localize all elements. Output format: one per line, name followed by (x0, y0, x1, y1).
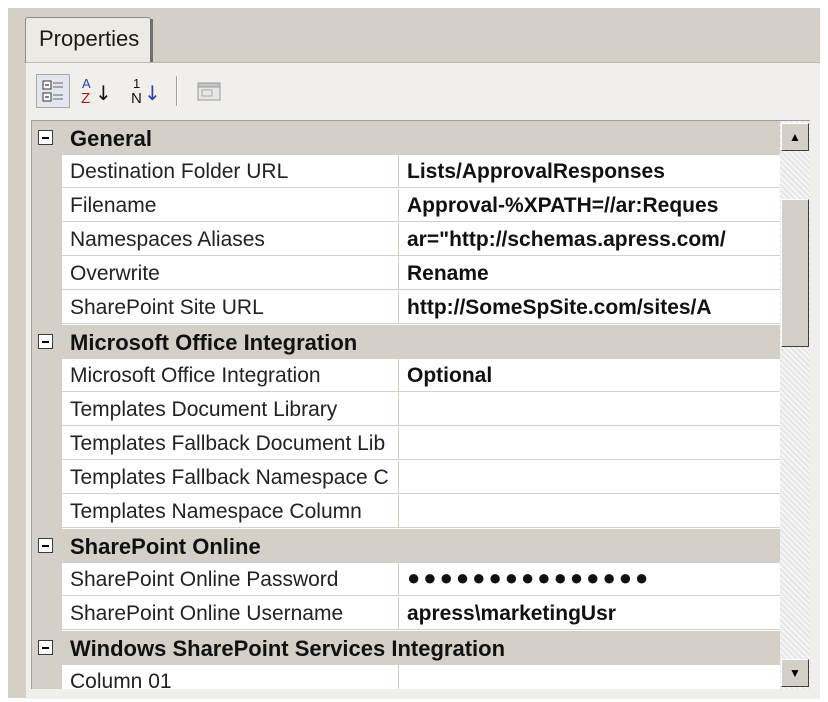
vertical-scrollbar[interactable]: ▲ ▼ (780, 121, 810, 689)
property-value[interactable]: ar="http://schemas.apress.com/ (399, 223, 780, 256)
scroll-down-button[interactable]: ▼ (781, 659, 809, 687)
property-value[interactable]: Rename (399, 257, 780, 290)
property-name[interactable]: Templates Fallback Document Lib (62, 427, 399, 460)
svg-text:Z: Z (81, 90, 90, 107)
property-value[interactable]: http://SomeSpSite.com/sites/A (399, 291, 780, 324)
property-name[interactable]: Filename (62, 189, 399, 222)
property-row[interactable]: Namespaces Aliases ar="http://schemas.ap… (32, 223, 780, 257)
property-row[interactable]: Destination Folder URL Lists/ApprovalRes… (32, 155, 780, 189)
svg-text:A: A (82, 76, 91, 91)
category-label: Microsoft Office Integration (70, 330, 358, 355)
property-row[interactable]: Templates Document Library (32, 393, 780, 427)
property-row[interactable]: Overwrite Rename (32, 257, 780, 291)
scroll-up-button[interactable]: ▲ (781, 123, 809, 151)
property-row[interactable]: Templates Fallback Namespace C (32, 461, 780, 495)
property-row[interactable]: Templates Fallback Document Lib (32, 427, 780, 461)
svg-text:↓: ↓ (95, 81, 112, 105)
sort-alphabetical-icon: A Z ↓ (81, 76, 112, 107)
collapse-icon[interactable] (38, 130, 53, 145)
property-value[interactable]: apress\marketingUsr (399, 597, 780, 630)
tab-edge (150, 19, 153, 63)
svg-text:N: N (131, 90, 142, 107)
arrow-up-icon: ▲ (789, 130, 801, 144)
property-name[interactable]: Destination Folder URL (62, 155, 399, 188)
property-name[interactable]: Overwrite (62, 257, 399, 290)
property-name[interactable]: SharePoint Site URL (62, 291, 399, 324)
collapse-icon[interactable] (38, 538, 53, 553)
order-sort-button[interactable]: 1 N ↓ (128, 74, 162, 108)
category-microsoft-office-integration[interactable]: Microsoft Office Integration (32, 325, 780, 359)
categorized-button[interactable] (36, 74, 70, 108)
property-value[interactable]: Approval-%XPATH=//ar:Reques (399, 189, 780, 222)
svg-text:↓: ↓ (144, 81, 161, 105)
arrow-down-icon: ▼ (789, 666, 801, 680)
property-row[interactable]: SharePoint Online Password ●●●●●●●●●●●●●… (32, 563, 780, 597)
svg-text:1: 1 (133, 76, 140, 91)
property-value[interactable] (399, 393, 780, 426)
category-label: SharePoint Online (70, 534, 261, 559)
collapse-icon[interactable] (38, 640, 53, 655)
category-windows-sharepoint-services-integration[interactable]: Windows SharePoint Services Integration (32, 631, 780, 665)
property-name[interactable]: SharePoint Online Password (62, 563, 399, 596)
properties-toolbar: A Z ↓ 1 N ↓ (26, 66, 820, 116)
property-value[interactable] (399, 461, 780, 494)
property-name[interactable]: Microsoft Office Integration (62, 359, 399, 392)
property-name[interactable]: Column 01 (62, 665, 399, 689)
property-value[interactable] (399, 427, 780, 460)
password-value[interactable]: ●●●●●●●●●●●●●●● (399, 563, 780, 596)
property-name[interactable]: Templates Namespace Column (62, 495, 399, 528)
category-sharepoint-online[interactable]: SharePoint Online (32, 529, 780, 563)
alphabetical-sort-button[interactable]: A Z ↓ (78, 74, 112, 108)
property-name[interactable]: Namespaces Aliases (62, 223, 399, 256)
category-label: Windows SharePoint Services Integration (70, 636, 506, 661)
property-grid: General Destination Folder URL Lists/App… (31, 120, 810, 689)
property-pages-button[interactable] (192, 74, 226, 108)
property-name[interactable]: Templates Fallback Namespace C (62, 461, 399, 494)
property-value[interactable]: Optional (399, 359, 780, 392)
property-pages-icon (197, 82, 221, 101)
property-row[interactable]: Column 01 (32, 665, 780, 689)
scroll-thumb[interactable] (781, 199, 809, 347)
toolbar-separator (176, 76, 177, 106)
property-value[interactable] (399, 665, 780, 689)
property-row[interactable]: Filename Approval-%XPATH=//ar:Reques (32, 189, 780, 223)
property-name[interactable]: Templates Document Library (62, 393, 399, 426)
property-name[interactable]: SharePoint Online Username (62, 597, 399, 630)
category-label: General (70, 126, 152, 151)
tab-label: Properties (39, 26, 140, 51)
property-row[interactable]: SharePoint Site URL http://SomeSpSite.co… (32, 291, 780, 325)
collapse-icon[interactable] (38, 334, 53, 349)
property-row[interactable]: Templates Namespace Column (32, 495, 780, 529)
categorized-icon (42, 80, 63, 102)
tab-properties[interactable]: Properties (25, 17, 151, 63)
property-row[interactable]: Microsoft Office Integration Optional (32, 359, 780, 393)
property-value[interactable] (399, 495, 780, 528)
category-general[interactable]: General (32, 121, 780, 155)
sort-numeric-icon: 1 N ↓ (131, 76, 161, 107)
property-value[interactable]: Lists/ApprovalResponses (399, 155, 780, 188)
property-row[interactable]: SharePoint Online Username apress\market… (32, 597, 780, 631)
